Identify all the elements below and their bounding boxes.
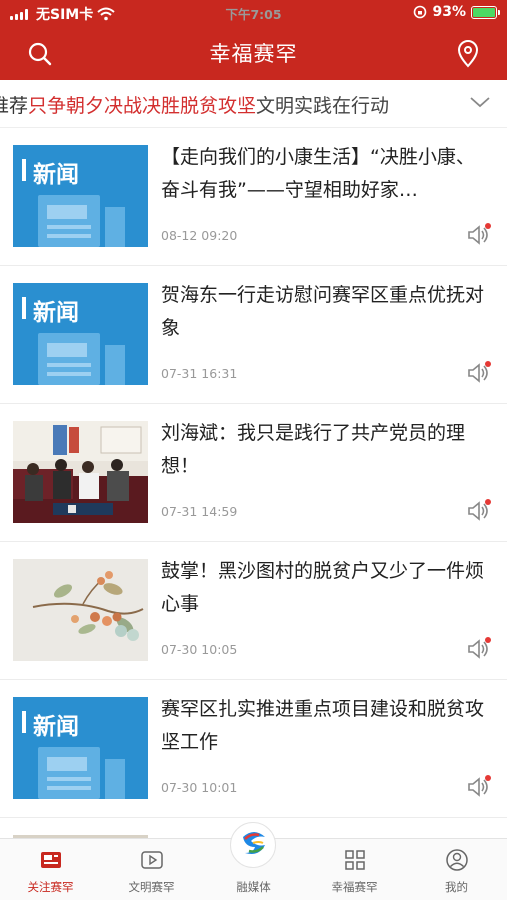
tab-label: 文明赛罕 — [128, 880, 175, 894]
ticker-text: 推荐只争朝夕决战决胜脱贫攻坚文明实践在行动 — [0, 91, 450, 118]
news-time: 07-30 10:05 — [161, 642, 238, 657]
news-thumbnail: 新闻 — [13, 697, 148, 799]
battery-percent: 93% — [432, 4, 466, 20]
news-item[interactable]: 新闻 贺海东一行走访慰问赛罕区重点优抚对象 07-31 16:31 — [0, 266, 507, 404]
top-bar: 无SIM卡 下午7:05 93% 幸福赛罕 — [0, 0, 507, 80]
tab-label: 融媒体 — [236, 880, 271, 894]
speaker-icon[interactable] — [465, 636, 493, 662]
media-logo-icon[interactable] — [230, 822, 276, 868]
news-thumbnail — [13, 421, 148, 523]
ticker-suffix: 文明实践在行动 — [256, 95, 390, 117]
media-logo-graphic — [243, 832, 265, 854]
battery-icon — [471, 5, 500, 19]
orientation-lock-icon — [414, 5, 427, 19]
thumb-label: 新闻 — [33, 714, 79, 740]
grid-icon — [345, 850, 365, 870]
page-title: 幸福赛罕 — [209, 42, 298, 66]
painting-thumbnail-image — [13, 559, 148, 661]
news-title: 赛罕区扎实推进重点项目建设和脱贫攻坚工作 — [161, 698, 485, 753]
tab-xingfu[interactable]: 幸福赛罕 — [304, 839, 405, 900]
news-title: 刘海斌：我只是践行了共产党员的理想！ — [161, 422, 466, 477]
location-pin-icon[interactable] — [455, 40, 481, 68]
thumb-label: 新闻 — [33, 162, 79, 188]
status-bar: 无SIM卡 下午7:05 93% — [0, 0, 507, 26]
news-time: 07-31 16:31 — [161, 366, 238, 381]
chevron-down-icon[interactable] — [469, 94, 491, 110]
tab-guanzhu[interactable]: 关注赛罕 — [0, 839, 101, 900]
news-thumbnail — [13, 559, 148, 661]
news-time: 08-12 09:20 — [161, 228, 238, 243]
news-item[interactable]: 新闻 赛罕区扎实推进重点项目建设和脱贫攻坚工作 07-30 10:01 — [0, 680, 507, 818]
tab-me[interactable]: 我的 — [406, 839, 507, 900]
tab-label: 幸福赛罕 — [331, 880, 378, 894]
news-title: 贺海东一行走访慰问赛罕区重点优抚对象 — [161, 284, 485, 339]
news-icon — [41, 852, 61, 868]
news-item[interactable]: 新闻 【走向我们的小康生活】“决胜小康、奋斗有我”——守望相助好家… 08-12… — [0, 128, 507, 266]
speaker-icon[interactable] — [465, 774, 493, 800]
news-title: 鼓掌！黑沙图村的脱贫户又少了一件烦心事 — [161, 560, 485, 615]
news-time: 07-30 10:01 — [161, 780, 238, 795]
play-icon — [141, 851, 163, 869]
news-thumbnail: 新闻 — [13, 145, 148, 247]
news-item[interactable]: 鼓掌！黑沙图村的脱贫户又少了一件烦心事 07-30 10:05 — [0, 542, 507, 680]
news-time: 07-31 14:59 — [161, 504, 238, 519]
speaker-icon[interactable] — [465, 498, 493, 524]
ticker-highlight: 只争朝夕决战决胜脱贫攻坚 — [28, 95, 257, 117]
ticker-prefix: 推荐 — [0, 95, 29, 117]
news-thumbnail: 新闻 — [13, 283, 148, 385]
news-item[interactable]: 刘海斌：我只是践行了共产党员的理想！ 07-31 14:59 — [0, 404, 507, 542]
news-title: 【走向我们的小康生活】“决胜小康、奋斗有我”——守望相助好家… — [161, 146, 475, 201]
tab-label: 我的 — [445, 880, 468, 894]
user-icon — [446, 849, 468, 871]
photo-thumbnail-image — [13, 421, 148, 523]
headline-ticker[interactable]: 推荐只争朝夕决战决胜脱贫攻坚文明实践在行动 — [0, 80, 507, 128]
speaker-icon[interactable] — [465, 222, 493, 248]
thumb-label: 新闻 — [33, 300, 79, 326]
speaker-icon[interactable] — [465, 360, 493, 386]
tab-label: 关注赛罕 — [27, 880, 74, 894]
tab-wenming[interactable]: 文明赛罕 — [101, 839, 202, 900]
